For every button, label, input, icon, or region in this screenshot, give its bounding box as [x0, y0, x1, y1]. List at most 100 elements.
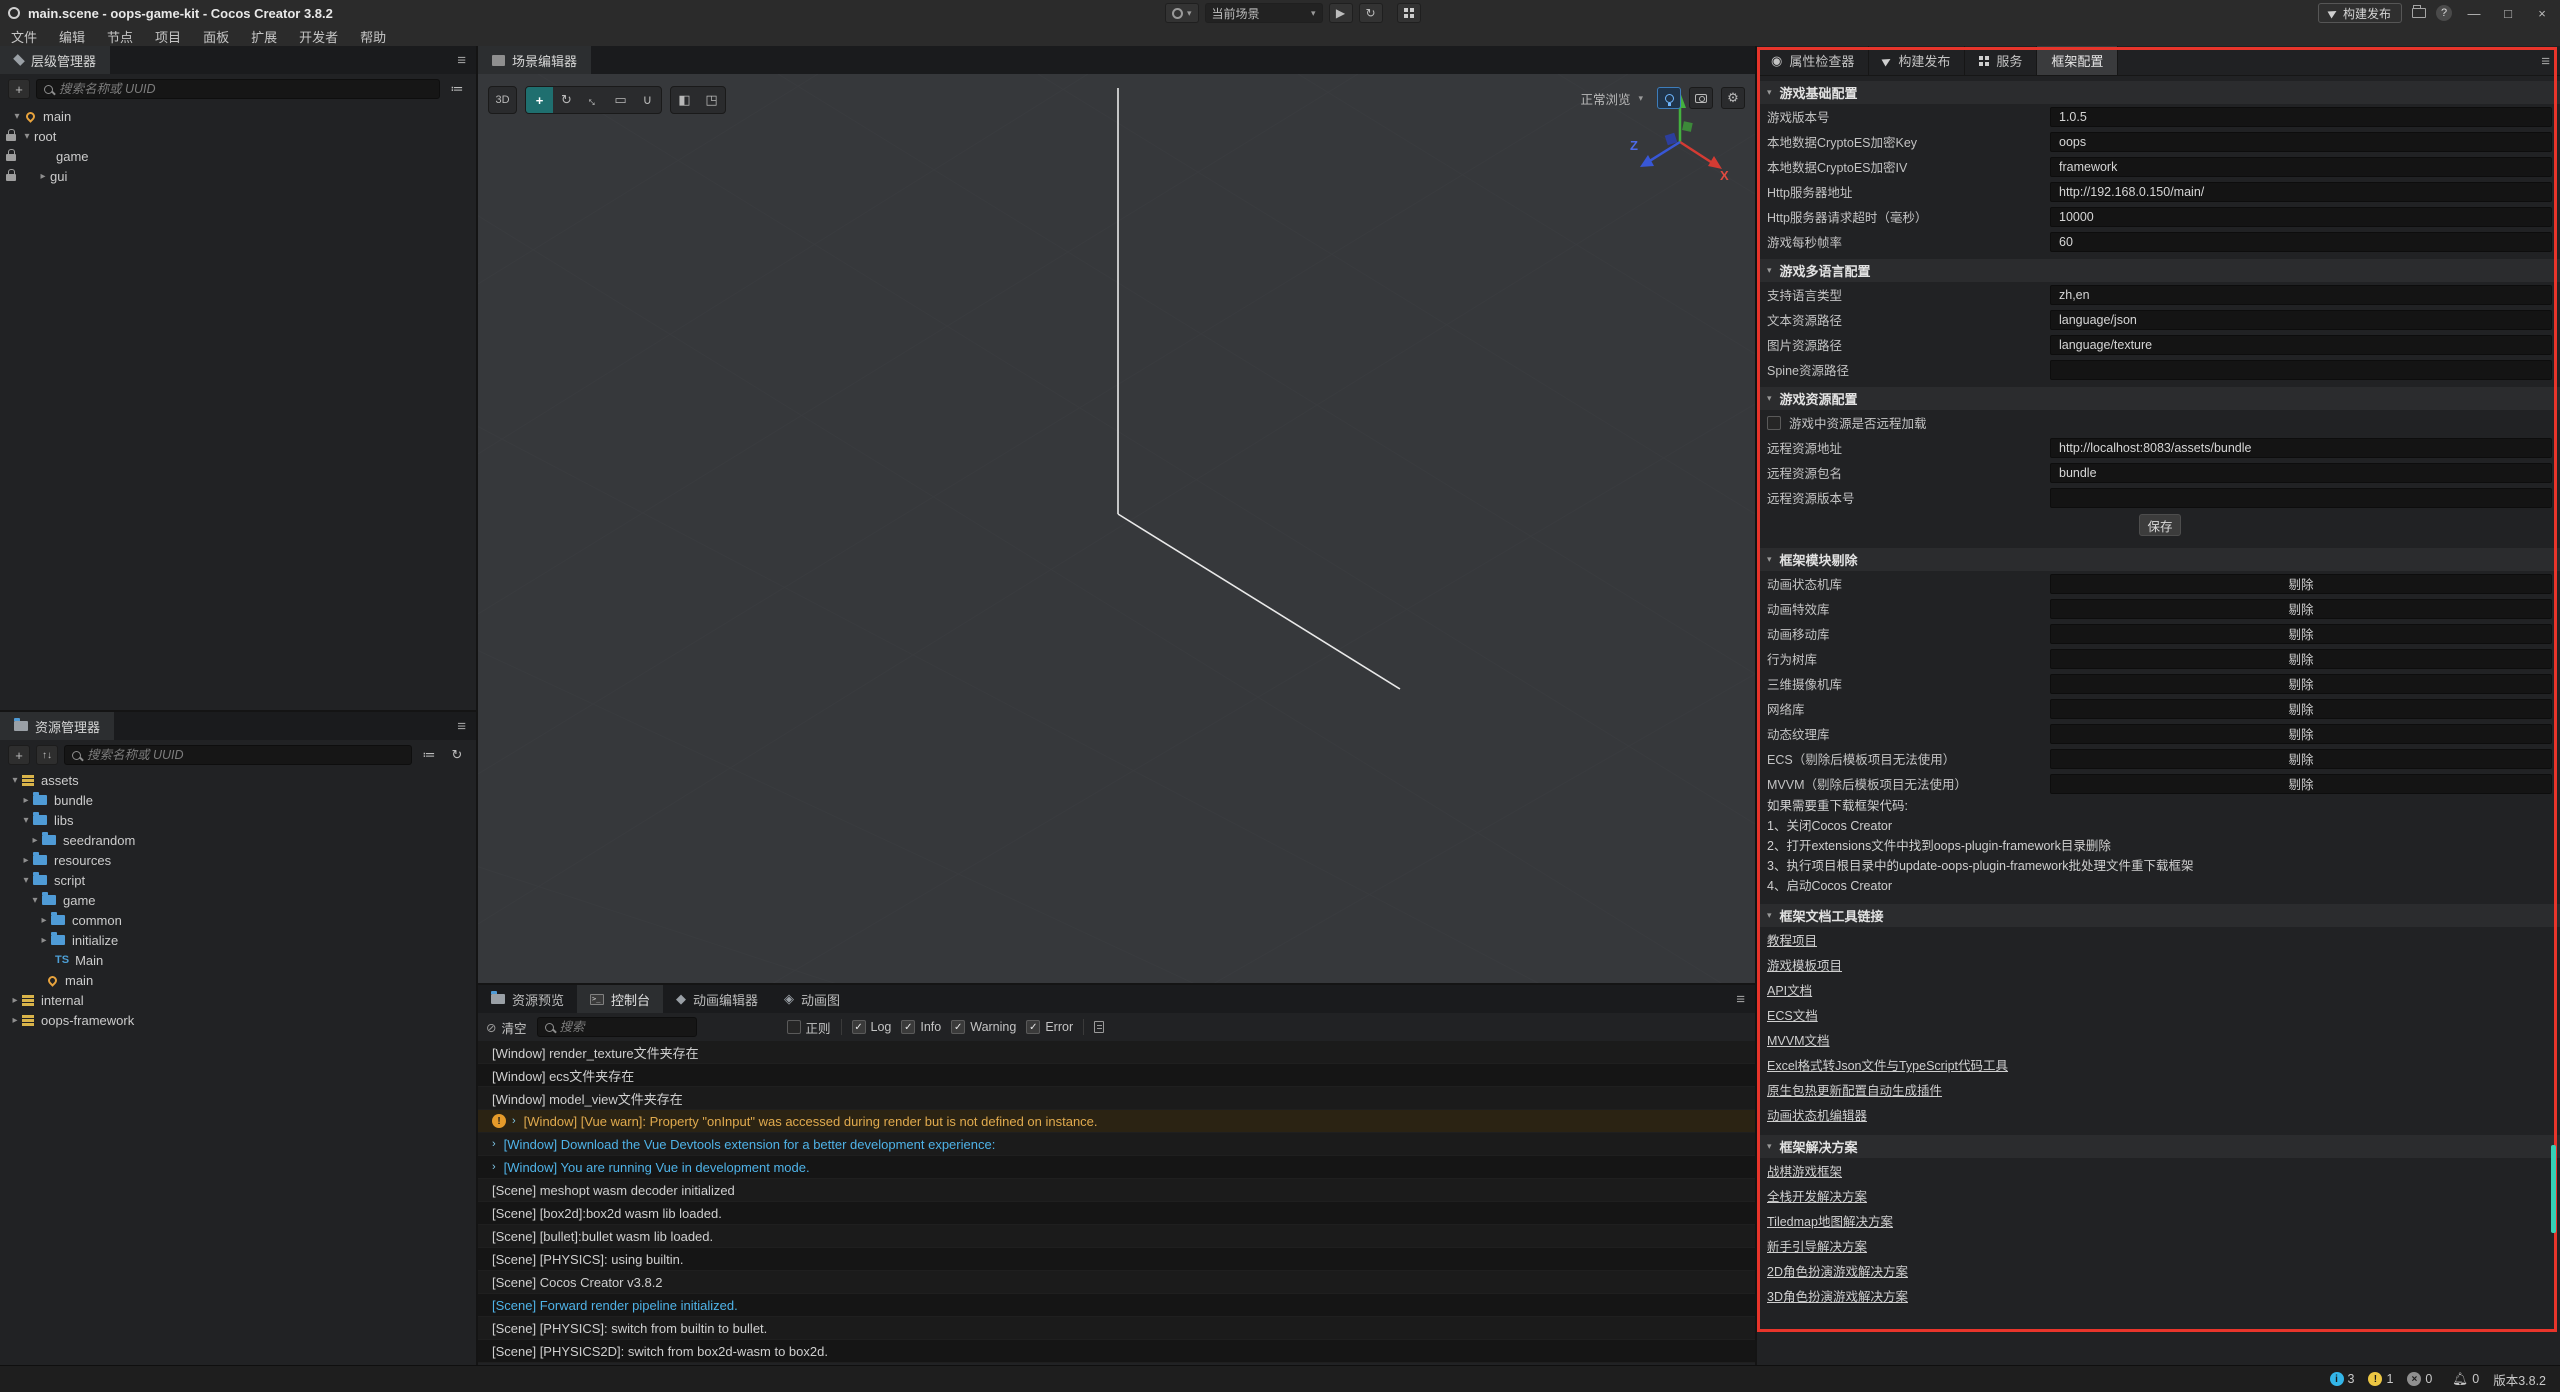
section-basic-config[interactable]: ▾游戏基础配置 [1757, 81, 2560, 104]
remove-button[interactable]: 剔除 [2050, 699, 2552, 719]
filter-warning-checkbox[interactable]: ✓Warning [951, 1020, 1016, 1034]
remove-button[interactable]: 剔除 [2050, 574, 2552, 594]
preview-qr-button[interactable] [1397, 3, 1421, 23]
tab-property-inspector[interactable]: ◉属性检查器 [1757, 46, 1869, 75]
chevron-expanded-icon[interactable]: ▾ [20, 131, 34, 142]
hierarchy-search[interactable] [36, 79, 440, 99]
reload-button[interactable]: ↻ [1359, 3, 1383, 23]
log-row-warning[interactable]: ! › [Window] [Vue warn]: Property "onInp… [478, 1110, 1755, 1133]
remote-load-checkbox[interactable] [1767, 416, 1781, 430]
solution-link[interactable]: 2D角色扮演游戏解决方案 [1767, 1261, 1908, 1280]
remove-button[interactable]: 剔除 [2050, 649, 2552, 669]
http-timeout-input[interactable] [2050, 207, 2552, 227]
filter-icon[interactable]: ≔ [418, 745, 440, 765]
tree-node-root[interactable]: ▾ root [0, 126, 476, 146]
menu-developer[interactable]: 开发者 [288, 27, 349, 46]
tab-animation-graph[interactable]: ◈ 动画图 [771, 985, 853, 1013]
mode-3d-button[interactable]: 3D [489, 87, 516, 113]
solution-link[interactable]: 全栈开发解决方案 [1767, 1186, 1867, 1205]
tab-console[interactable]: >_ 控制台 [577, 985, 663, 1013]
section-module-trim[interactable]: ▾框架模块剔除 [1757, 548, 2560, 571]
tree-node-main[interactable]: ▾ main [0, 106, 476, 126]
scene-viewport[interactable]: X Z [478, 74, 1755, 983]
asset-row-internal[interactable]: ▸ internal [0, 990, 476, 1010]
pivot-toggle-button[interactable]: ◧ [671, 87, 698, 113]
menu-help[interactable]: 帮助 [349, 27, 397, 46]
filter-icon[interactable]: ≔ [446, 79, 468, 99]
chevron-expanded-icon[interactable]: ▾ [10, 111, 24, 122]
open-project-folder-icon[interactable] [2412, 8, 2426, 18]
log-file-icon[interactable] [1094, 1021, 1104, 1033]
doc-link[interactable]: 游戏模板项目 [1767, 955, 1842, 974]
console-search[interactable] [537, 1017, 697, 1037]
lang-json-path-input[interactable] [2050, 310, 2552, 330]
clear-console-button[interactable]: ⊘ 清空 [486, 1018, 527, 1037]
save-button[interactable]: 保存 [2139, 514, 2181, 536]
languages-input[interactable] [2050, 285, 2552, 305]
fps-input[interactable] [2050, 232, 2552, 252]
filter-info-checkbox[interactable]: ✓Info [901, 1020, 941, 1034]
create-asset-button[interactable]: + [8, 745, 30, 765]
warning-count[interactable]: ! 1 [2368, 1372, 2393, 1386]
minimize-button[interactable]: — [2462, 6, 2486, 21]
help-icon[interactable]: ? [2436, 5, 2452, 21]
solution-link[interactable]: 新手引导解决方案 [1767, 1236, 1867, 1255]
rotate-tool-button[interactable]: ↻ [553, 87, 580, 113]
doc-link[interactable]: Excel格式转Json文件与TypeScript代码工具 [1767, 1055, 2008, 1074]
expand-icon[interactable]: › [492, 1161, 496, 1173]
asset-row-game[interactable]: ▾ game [0, 890, 476, 910]
asset-row-seedrandom[interactable]: ▸ seedrandom [0, 830, 476, 850]
menu-file[interactable]: 文件 [0, 27, 48, 46]
remote-url-input[interactable] [2050, 438, 2552, 458]
solution-link[interactable]: 战棋游戏框架 [1767, 1161, 1842, 1180]
move-tool-button[interactable]: + [526, 87, 553, 113]
doc-link[interactable]: API文档 [1767, 980, 1812, 999]
camera-settings-button[interactable] [1689, 87, 1713, 109]
game-version-input[interactable] [2050, 107, 2552, 127]
platform-preview-button[interactable]: ▾ [1165, 3, 1199, 23]
asset-row-assets[interactable]: ▾ assets [0, 770, 476, 790]
asset-row-oops-framework[interactable]: ▸ oops-framework [0, 1010, 476, 1030]
asset-row-main-scene[interactable]: main [0, 970, 476, 990]
play-button[interactable]: ▶ [1329, 3, 1353, 23]
section-doc-links[interactable]: ▾框架文档工具链接 [1757, 904, 2560, 927]
asset-row-common[interactable]: ▸ common [0, 910, 476, 930]
tab-scene-editor[interactable]: 场景编辑器 [478, 46, 591, 74]
panel-menu-icon[interactable]: ≡ [457, 46, 466, 74]
lang-texture-path-input[interactable] [2050, 335, 2552, 355]
scale-tool-button[interactable]: ↔ [580, 87, 607, 113]
assets-search[interactable] [64, 745, 412, 765]
tab-hierarchy[interactable]: 层级管理器 [0, 46, 110, 74]
doc-link[interactable]: 教程项目 [1767, 930, 1817, 949]
remove-button[interactable]: 剔除 [2050, 624, 2552, 644]
panel-menu-icon[interactable]: ≡ [2541, 46, 2550, 76]
tab-build-publish[interactable]: 构建发布 [1869, 46, 1965, 75]
remove-button[interactable]: 剔除 [2050, 599, 2552, 619]
info-count[interactable]: i 3 [2330, 1372, 2355, 1386]
doc-link[interactable]: ECS文档 [1767, 1005, 1818, 1024]
crypto-iv-input[interactable] [2050, 157, 2552, 177]
expand-icon[interactable]: › [492, 1138, 496, 1150]
section-language-config[interactable]: ▾游戏多语言配置 [1757, 259, 2560, 282]
tab-animation-editor[interactable]: ◆ 动画编辑器 [663, 985, 771, 1013]
tab-asset-preview[interactable]: 资源预览 [478, 985, 577, 1013]
asset-row-libs[interactable]: ▾ libs [0, 810, 476, 830]
asset-row-bundle[interactable]: ▸ bundle [0, 790, 476, 810]
expand-icon[interactable]: › [512, 1115, 516, 1127]
error-count[interactable]: × 0 [2407, 1372, 2432, 1386]
hierarchy-search-input[interactable] [59, 82, 432, 96]
scene-settings-button[interactable]: ⚙ [1721, 87, 1745, 109]
tab-services[interactable]: 服务 [1965, 46, 2037, 75]
gizmo-space-button[interactable]: ∪ [634, 87, 661, 113]
panel-menu-icon[interactable]: ≡ [1736, 985, 1745, 1013]
remote-bundle-input[interactable] [2050, 463, 2552, 483]
asset-row-resources[interactable]: ▸ resources [0, 850, 476, 870]
console-search-input[interactable] [560, 1020, 723, 1034]
menu-edit[interactable]: 编辑 [48, 27, 96, 46]
remove-button[interactable]: 剔除 [2050, 674, 2552, 694]
inspector-scrollbar[interactable] [2551, 1145, 2556, 1233]
crypto-key-input[interactable] [2050, 132, 2552, 152]
asset-row-Main[interactable]: TS Main [0, 950, 476, 970]
coord-toggle-button[interactable]: ◳ [698, 87, 725, 113]
tab-framework-config[interactable]: 框架配置 [2037, 46, 2118, 75]
